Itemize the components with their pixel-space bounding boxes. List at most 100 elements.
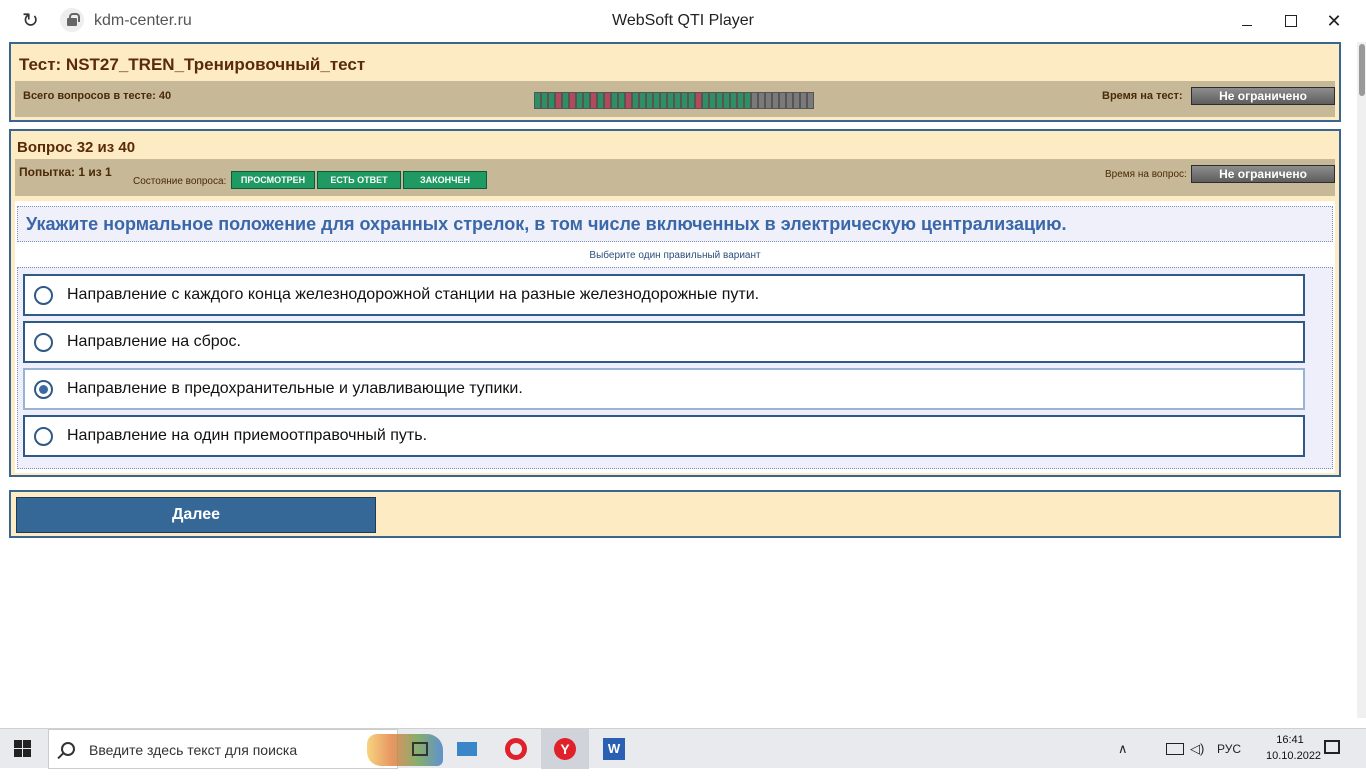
taskbar-app-explorer[interactable] (444, 729, 492, 769)
progress-segment[interactable] (555, 92, 562, 109)
scrollbar-track[interactable] (1357, 42, 1366, 718)
volume-icon[interactable]: ◁) (1190, 741, 1204, 781)
progress-segment[interactable] (793, 92, 800, 109)
progress-segment[interactable] (632, 92, 639, 109)
reload-icon[interactable]: ↻ (22, 11, 42, 31)
progress-segment[interactable] (618, 92, 625, 109)
progress-segment[interactable] (744, 92, 751, 109)
answer-option-4[interactable]: Направление на один приемоотправочный пу… (23, 415, 1305, 457)
question-text-box: Укажите нормальное положение для охранны… (17, 206, 1333, 242)
progress-segment[interactable] (604, 92, 611, 109)
progress-segment[interactable] (541, 92, 548, 109)
progress-segment[interactable] (548, 92, 555, 109)
progress-segment[interactable] (772, 92, 779, 109)
test-title: Тест: NST27_TREN_Тренировочный_тест (19, 55, 366, 74)
progress-segment[interactable] (674, 92, 681, 109)
answer-option-3[interactable]: Направление в предохранительные и улавли… (23, 368, 1305, 410)
taskbar-app-yandex[interactable]: Y (541, 729, 589, 769)
clock-time: 16:41 (1276, 734, 1304, 746)
progress-segment[interactable] (646, 92, 653, 109)
browser-window: ↻ kdm-center.ru WebSoft QTI Player ✕ Тес… (0, 0, 1366, 728)
progress-segment[interactable] (562, 92, 569, 109)
window-title: WebSoft QTI Player (612, 12, 754, 29)
lock-icon[interactable] (60, 8, 84, 32)
taskbar-app-opera[interactable] (492, 729, 540, 769)
progress-segment[interactable] (716, 92, 723, 109)
progress-segment[interactable] (800, 92, 807, 109)
radio-button[interactable] (34, 427, 53, 446)
progress-segment[interactable] (569, 92, 576, 109)
answer-text: Направление на один приемоотправочный пу… (67, 427, 428, 444)
taskbar-app-word[interactable]: W (590, 729, 638, 769)
word-icon: W (603, 738, 625, 760)
progress-segment[interactable] (723, 92, 730, 109)
answer-text: Направление на сброс. (67, 333, 241, 350)
progress-segment[interactable] (695, 92, 702, 109)
progress-segment[interactable] (765, 92, 772, 109)
total-questions-label: Всего вопросов в тесте: 40 (23, 90, 172, 102)
battery-icon[interactable] (1166, 743, 1184, 755)
minimize-button[interactable] (1232, 8, 1262, 34)
question-progress-bar (534, 92, 814, 109)
progress-segment[interactable] (737, 92, 744, 109)
computer-icon (457, 742, 477, 756)
radio-button-selected[interactable] (34, 380, 53, 399)
windows-start-icon[interactable] (14, 740, 32, 758)
answer-option-1[interactable]: Направление с каждого конца железнодорож… (23, 274, 1305, 316)
progress-segment[interactable] (758, 92, 765, 109)
question-state-label: Состояние вопроса: (133, 176, 227, 187)
progress-segment[interactable] (667, 92, 674, 109)
state-badge-answered: ЕСТЬ ОТВЕТ (317, 171, 401, 189)
language-indicator[interactable]: РУС (1217, 742, 1241, 782)
progress-segment[interactable] (534, 92, 541, 109)
question-info-band: Попытка: 1 из 1 Состояние вопроса: ПРОСМ… (15, 159, 1335, 196)
search-icon (61, 742, 75, 756)
scrollbar-thumb[interactable] (1359, 44, 1365, 96)
taskbar: Введите здесь текст для поиска Y W ∧ ◁) … (0, 728, 1366, 769)
progress-segment[interactable] (583, 92, 590, 109)
progress-segment[interactable] (786, 92, 793, 109)
question-area: Укажите нормальное положение для охранны… (15, 201, 1335, 473)
microphone-icon[interactable] (1142, 739, 1154, 757)
progress-segment[interactable] (653, 92, 660, 109)
tray-chevron-icon[interactable]: ∧ (1118, 741, 1128, 781)
taskbar-search[interactable]: Введите здесь текст для поиска (48, 729, 443, 769)
progress-segment[interactable] (681, 92, 688, 109)
progress-segment[interactable] (807, 92, 814, 109)
actions-panel: Далее (9, 490, 1341, 538)
question-panel: Вопрос 32 из 40 Попытка: 1 из 1 Состояни… (9, 129, 1341, 477)
opera-icon (505, 738, 527, 760)
progress-segment[interactable] (576, 92, 583, 109)
progress-segment[interactable] (590, 92, 597, 109)
progress-segment[interactable] (702, 92, 709, 109)
state-badge-finished: ЗАКОНЧЕН (403, 171, 487, 189)
close-button[interactable]: ✕ (1319, 8, 1349, 34)
address-url[interactable]: kdm-center.ru (94, 12, 192, 30)
attempt-label: Попытка: 1 из 1 (19, 165, 112, 179)
next-button[interactable]: Далее (16, 497, 376, 533)
progress-segment[interactable] (730, 92, 737, 109)
progress-segment[interactable] (751, 92, 758, 109)
notification-icon[interactable] (1324, 740, 1340, 754)
progress-segment[interactable] (688, 92, 695, 109)
search-input[interactable]: Введите здесь текст для поиска (89, 742, 297, 758)
clock-date: 10.10.2022 (1266, 750, 1322, 762)
progress-segment[interactable] (709, 92, 716, 109)
progress-segment[interactable] (660, 92, 667, 109)
progress-segment[interactable] (611, 92, 618, 109)
progress-segment[interactable] (597, 92, 604, 109)
progress-segment[interactable] (779, 92, 786, 109)
radio-button[interactable] (34, 333, 53, 352)
task-view-icon (412, 742, 428, 756)
radio-button[interactable] (34, 286, 53, 305)
state-badge-viewed: ПРОСМОТРЕН (231, 171, 315, 189)
test-info-band: Всего вопросов в тесте: 40 Время на тест… (15, 81, 1335, 117)
maximize-button[interactable] (1276, 8, 1306, 34)
answer-option-2[interactable]: Направление на сброс. (23, 321, 1305, 363)
question-counter: Вопрос 32 из 40 (17, 139, 136, 156)
progress-segment[interactable] (639, 92, 646, 109)
yandex-browser-icon: Y (554, 738, 576, 760)
progress-segment[interactable] (625, 92, 632, 109)
task-view-button[interactable] (396, 729, 444, 769)
taskbar-clock[interactable]: 16:41 10.10.2022 (1266, 732, 1322, 764)
